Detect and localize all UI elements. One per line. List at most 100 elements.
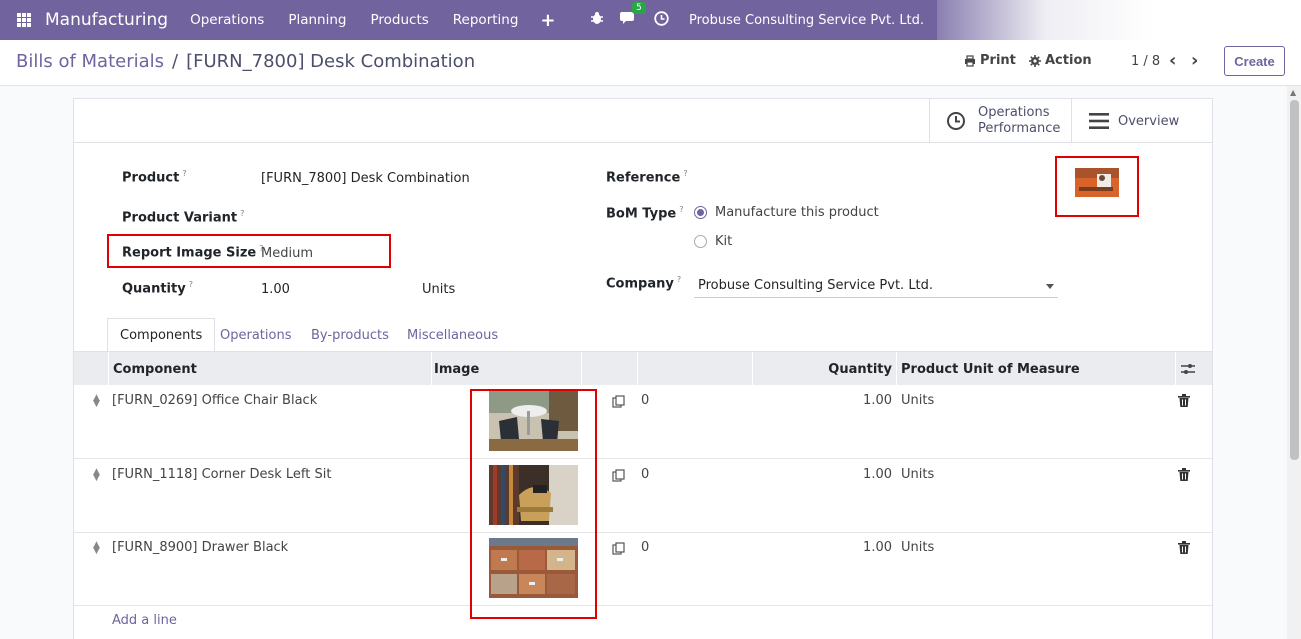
create-button[interactable]: Create — [1224, 46, 1285, 76]
column-separator — [1175, 352, 1176, 386]
row-availability: 0 — [641, 393, 650, 408]
column-quantity[interactable]: Quantity — [754, 352, 892, 386]
menu-operations[interactable]: Operations — [178, 12, 276, 28]
copy-icon[interactable] — [612, 542, 625, 555]
component-images-highlight — [470, 389, 597, 619]
drag-handle-icon[interactable]: ▲ ▼ — [93, 468, 100, 483]
drag-handle-icon[interactable]: ▲ ▼ — [93, 541, 100, 556]
company-help-icon[interactable]: ? — [677, 275, 681, 284]
product-image-highlight — [1055, 156, 1139, 217]
column-separator — [637, 352, 638, 386]
pager-previous-icon[interactable]: ‹ — [1169, 50, 1176, 71]
row-component[interactable]: [FURN_1118] Corner Desk Left Sit — [112, 467, 331, 482]
column-component[interactable]: Component — [113, 352, 197, 386]
menu-reporting[interactable]: Reporting — [441, 12, 531, 28]
overview-label: Overview — [1118, 113, 1180, 129]
breadcrumb-separator: / — [172, 51, 179, 72]
print-icon — [965, 54, 975, 67]
radio-selected-icon — [694, 206, 707, 219]
bom-type-manufacture-radio[interactable]: Manufacture this product — [694, 205, 879, 220]
action-button[interactable]: Action — [1029, 53, 1092, 68]
bom-type-label: BoM Type? — [606, 205, 684, 222]
overview-button[interactable]: Overview — [1071, 99, 1212, 143]
company-select[interactable]: Probuse Consulting Service Pvt. Ltd. — [694, 274, 1058, 298]
reference-help-icon[interactable]: ? — [683, 169, 687, 178]
bom-type-help-icon[interactable]: ? — [679, 205, 683, 214]
tab-components[interactable]: Components — [107, 318, 216, 352]
row-quantity[interactable]: 1.00 — [774, 393, 892, 408]
gear-icon — [1029, 54, 1041, 67]
smart-button-box: Operations Performance Overview — [74, 99, 1212, 143]
pager-value[interactable]: 1 / 8 — [1131, 54, 1160, 69]
row-uom[interactable]: Units — [901, 467, 934, 482]
chat-icon[interactable]: 5 — [620, 2, 646, 29]
breadcrumb-current: [FURN_7800] Desk Combination — [186, 51, 476, 72]
row-quantity[interactable]: 1.00 — [774, 467, 892, 482]
quantity-field[interactable]: 1.00 — [261, 282, 290, 297]
copy-icon[interactable] — [612, 395, 625, 408]
quantity-help-icon[interactable]: ? — [189, 280, 193, 289]
optional-columns-toggle-icon[interactable] — [1181, 352, 1195, 386]
table-row[interactable]: ▲ ▼ [FURN_0269] Office Chair Black 0 1.00… — [74, 385, 1212, 459]
row-availability: 0 — [641, 540, 650, 555]
activity-clock-icon[interactable] — [654, 10, 669, 30]
bom-type-kit-radio[interactable]: Kit — [694, 234, 732, 249]
notebook-tabs: Components Operations By-products Miscel… — [107, 318, 1212, 352]
scroll-up-icon[interactable]: ▲ — [1290, 88, 1296, 97]
trash-icon[interactable] — [1178, 394, 1190, 407]
row-uom[interactable]: Units — [901, 393, 934, 408]
column-separator — [752, 352, 753, 386]
add-menu-button[interactable]: + — [530, 10, 565, 31]
trash-icon[interactable] — [1178, 541, 1190, 554]
column-separator — [896, 352, 897, 386]
menu-planning[interactable]: Planning — [276, 12, 358, 28]
clock-icon — [947, 112, 965, 130]
table-row[interactable]: ▲ ▼ [FURN_8900] Drawer Black 0 1.00 Units — [74, 532, 1212, 606]
tab-operations[interactable]: Operations — [208, 318, 303, 352]
tab-by-products[interactable]: By-products — [299, 318, 401, 352]
pager-next-icon[interactable]: › — [1191, 50, 1198, 71]
components-table-header: Component Image Quantity Product Unit of… — [74, 351, 1212, 386]
quantity-uom: Units — [422, 282, 456, 297]
column-separator — [581, 352, 582, 386]
row-uom[interactable]: Units — [901, 540, 934, 555]
app-brand[interactable]: Manufacturing — [45, 10, 168, 30]
variant-help-icon[interactable]: ? — [240, 209, 244, 218]
row-component[interactable]: [FURN_8900] Drawer Black — [112, 540, 288, 555]
apps-menu-icon[interactable] — [17, 13, 31, 27]
tab-miscellaneous[interactable]: Miscellaneous — [395, 318, 510, 352]
operations-performance-button[interactable]: Operations Performance — [929, 99, 1071, 143]
column-image[interactable]: Image — [434, 352, 479, 386]
product-field[interactable]: [FURN_7800] Desk Combination — [261, 171, 470, 186]
trash-icon[interactable] — [1178, 468, 1190, 481]
print-button[interactable]: Print — [964, 53, 1016, 68]
print-label: Print — [980, 53, 1016, 68]
row-component[interactable]: [FURN_0269] Office Chair Black — [112, 393, 317, 408]
top-navbar: Manufacturing Operations Planning Produc… — [0, 0, 1301, 42]
product-variant-label: Product Variant? — [122, 209, 245, 226]
operations-performance-line2: Performance — [978, 121, 1061, 136]
report-image-size-highlight — [107, 234, 391, 268]
company-switcher[interactable]: Probuse Consulting Service Pvt. Ltd. — [689, 13, 924, 28]
bars-icon — [1089, 113, 1109, 129]
chat-badge: 5 — [632, 2, 646, 14]
scrollbar-thumb[interactable] — [1290, 100, 1299, 460]
breadcrumb-bills-of-materials[interactable]: Bills of Materials — [16, 51, 164, 72]
row-quantity[interactable]: 1.00 — [774, 540, 892, 555]
bom-type-kit-label: Kit — [715, 234, 733, 249]
bom-type-manufacture-label: Manufacture this product — [715, 205, 879, 220]
company-label: Company? — [606, 275, 682, 292]
product-help-icon[interactable]: ? — [182, 169, 186, 178]
drag-handle-icon[interactable]: ▲ ▼ — [93, 394, 100, 409]
menu-products[interactable]: Products — [358, 12, 440, 28]
add-a-line-link[interactable]: Add a line — [112, 613, 177, 628]
column-separator — [108, 352, 109, 386]
column-uom[interactable]: Product Unit of Measure — [901, 352, 1080, 386]
debug-bug-icon[interactable] — [590, 11, 604, 29]
column-separator — [431, 352, 432, 386]
control-panel: Bills of Materials / [FURN_7800] Desk Co… — [0, 40, 1301, 86]
breadcrumb: Bills of Materials / [FURN_7800] Desk Co… — [16, 51, 475, 72]
copy-icon[interactable] — [612, 469, 625, 482]
table-row[interactable]: ▲ ▼ [FURN_1118] Corner Desk Left Sit 0 1.… — [74, 459, 1212, 533]
form-sheet: Operations Performance Overview Product?… — [73, 98, 1213, 639]
